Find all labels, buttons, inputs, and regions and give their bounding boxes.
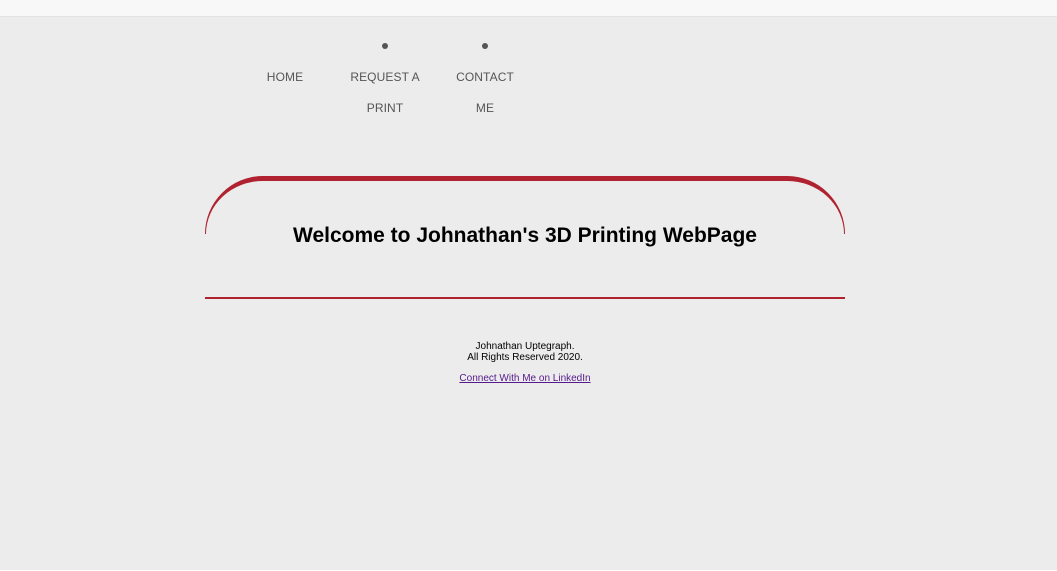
footer-copyright: All Rights Reserved 2020. <box>467 352 583 363</box>
nav-item-label: ME <box>475 101 495 115</box>
nav-item-label: PRINT <box>366 101 404 115</box>
page-footer: Johnathan Uptegraph. All Rights Reserved… <box>375 341 675 384</box>
main-nav: HOME REQUEST A PRINT CONTACT ME <box>235 40 535 120</box>
browser-top-strip <box>0 0 1057 17</box>
dropdown-dot-icon <box>482 43 488 49</box>
nav-item-contact-me[interactable]: CONTACT ME <box>435 43 535 124</box>
linkedin-link[interactable]: Connect With Me on LinkedIn <box>459 373 590 384</box>
nav-item-label: CONTACT <box>456 70 514 84</box>
nav-item-label: REQUEST A <box>350 70 420 84</box>
nav-item-home[interactable]: HOME <box>235 62 335 93</box>
nav-item-label: HOME <box>266 70 304 84</box>
dropdown-dot-icon <box>382 43 388 49</box>
banner-bottom-rule <box>205 297 845 298</box>
page-title: Welcome to Johnathan's 3D Printing WebPa… <box>293 224 757 247</box>
footer-author: Johnathan Uptegraph. <box>475 341 575 352</box>
nav-item-request-print[interactable]: REQUEST A PRINT <box>335 43 435 124</box>
